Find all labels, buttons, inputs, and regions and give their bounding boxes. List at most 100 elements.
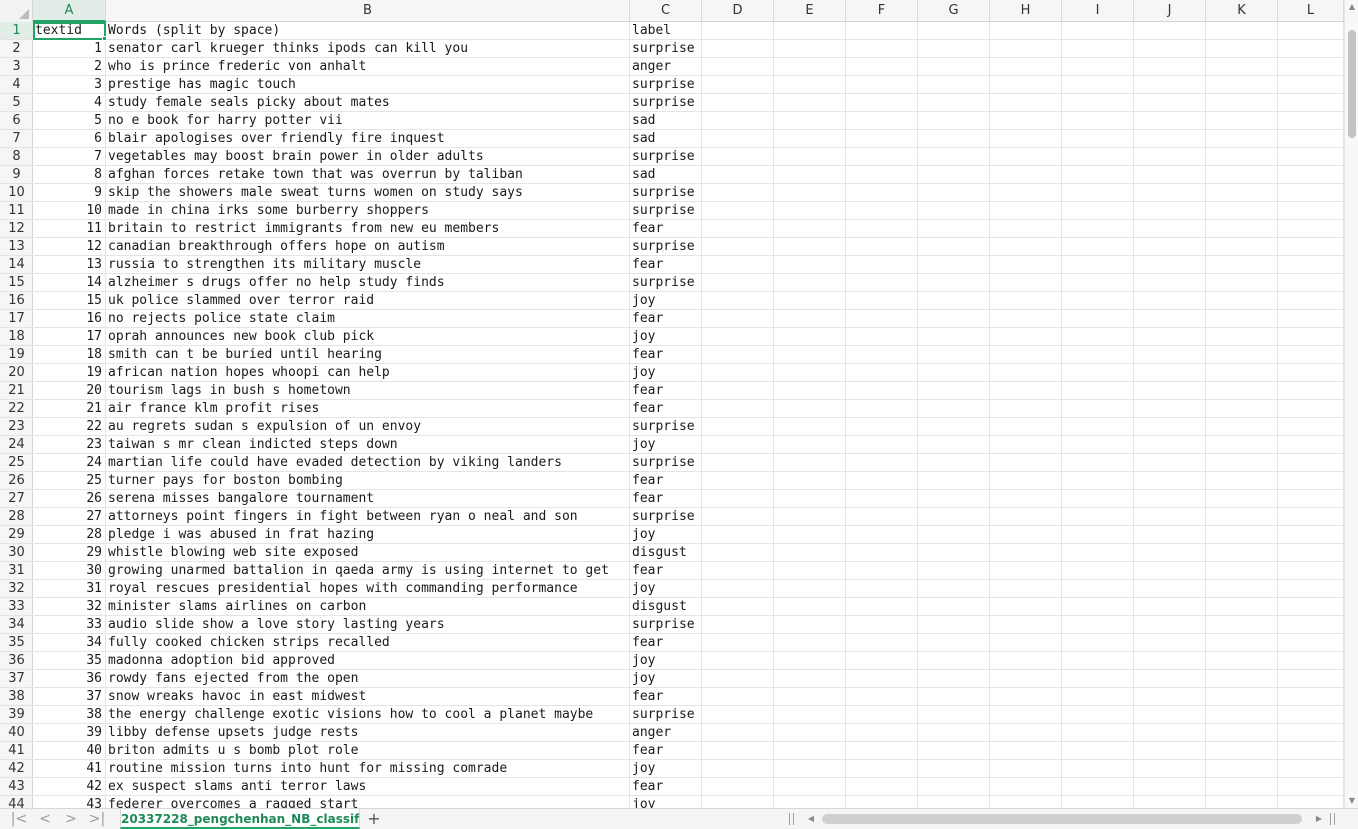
cell-label[interactable]: anger (630, 58, 702, 76)
empty-cell[interactable] (918, 184, 990, 202)
empty-cell[interactable] (1278, 40, 1344, 58)
empty-cell[interactable] (774, 652, 846, 670)
empty-cell[interactable] (702, 382, 774, 400)
empty-cell[interactable] (1134, 310, 1206, 328)
empty-cell[interactable] (1062, 418, 1134, 436)
tab-split-handle-icon[interactable] (789, 813, 794, 825)
cell-textid[interactable]: 19 (33, 364, 106, 382)
empty-cell[interactable] (1134, 184, 1206, 202)
empty-cell[interactable] (846, 184, 918, 202)
next-sheet-icon[interactable]: > (60, 809, 82, 829)
column-header-c[interactable]: C (630, 0, 702, 22)
row-header[interactable]: 41 (0, 742, 33, 760)
empty-cell[interactable] (1206, 220, 1278, 238)
empty-cell[interactable] (990, 580, 1062, 598)
cell-label[interactable]: fear (630, 742, 702, 760)
empty-cell[interactable] (918, 148, 990, 166)
empty-cell[interactable] (990, 778, 1062, 796)
cell-textid[interactable]: 20 (33, 382, 106, 400)
empty-cell[interactable] (846, 400, 918, 418)
empty-cell[interactable] (1134, 688, 1206, 706)
row-header[interactable]: 44 (0, 796, 33, 808)
sheet-tab-active[interactable]: 20337228_pengchenhan_NB_classif (120, 809, 360, 829)
empty-cell[interactable] (1062, 256, 1134, 274)
empty-cell[interactable] (918, 328, 990, 346)
empty-cell[interactable] (990, 166, 1062, 184)
row-header[interactable]: 20 (0, 364, 33, 382)
empty-cell[interactable] (774, 130, 846, 148)
cell-label[interactable]: disgust (630, 598, 702, 616)
scroll-left-icon[interactable]: ◀ (804, 809, 818, 829)
empty-cell[interactable] (702, 256, 774, 274)
empty-cell[interactable] (846, 112, 918, 130)
empty-cell[interactable] (774, 274, 846, 292)
empty-cell[interactable] (1206, 274, 1278, 292)
empty-cell[interactable] (702, 346, 774, 364)
empty-cell[interactable] (702, 22, 774, 40)
fill-handle[interactable] (102, 36, 107, 41)
column-header-h[interactable]: H (990, 0, 1062, 22)
cell-words[interactable]: senator carl krueger thinks ipods can ki… (106, 40, 630, 58)
row-header[interactable]: 4 (0, 76, 33, 94)
cell-textid[interactable]: 41 (33, 760, 106, 778)
row-header[interactable]: 32 (0, 580, 33, 598)
empty-cell[interactable] (990, 310, 1062, 328)
empty-cell[interactable] (918, 652, 990, 670)
row-header[interactable]: 25 (0, 454, 33, 472)
empty-cell[interactable] (774, 724, 846, 742)
empty-cell[interactable] (774, 40, 846, 58)
empty-cell[interactable] (918, 22, 990, 40)
empty-cell[interactable] (846, 796, 918, 808)
empty-cell[interactable] (918, 508, 990, 526)
empty-cell[interactable] (1062, 274, 1134, 292)
empty-cell[interactable] (1062, 346, 1134, 364)
cell-words[interactable]: study female seals picky about mates (106, 94, 630, 112)
row-header[interactable]: 19 (0, 346, 33, 364)
cell-words[interactable]: made in china irks some burberry shopper… (106, 202, 630, 220)
cell-textid[interactable]: 24 (33, 454, 106, 472)
cell-words[interactable]: federer overcomes a ragged start (106, 796, 630, 808)
empty-cell[interactable] (1278, 202, 1344, 220)
row-header[interactable]: 42 (0, 760, 33, 778)
cell-words[interactable]: pledge i was abused in frat hazing (106, 526, 630, 544)
empty-cell[interactable] (702, 184, 774, 202)
empty-cell[interactable] (918, 688, 990, 706)
cell-label[interactable]: sad (630, 112, 702, 130)
empty-cell[interactable] (1278, 220, 1344, 238)
empty-cell[interactable] (1278, 346, 1344, 364)
empty-cell[interactable] (990, 436, 1062, 454)
empty-cell[interactable] (1062, 706, 1134, 724)
cell-textid[interactable]: 29 (33, 544, 106, 562)
cell-words[interactable]: minister slams airlines on carbon (106, 598, 630, 616)
empty-cell[interactable] (1134, 472, 1206, 490)
empty-cell[interactable] (1278, 166, 1344, 184)
cell-words[interactable]: routine mission turns into hunt for miss… (106, 760, 630, 778)
select-all-corner[interactable] (0, 0, 33, 22)
empty-cell[interactable] (990, 796, 1062, 808)
cell-textid[interactable]: 15 (33, 292, 106, 310)
empty-cell[interactable] (702, 760, 774, 778)
column-header-e[interactable]: E (774, 0, 846, 22)
empty-cell[interactable] (846, 130, 918, 148)
empty-cell[interactable] (1206, 130, 1278, 148)
row-header[interactable]: 31 (0, 562, 33, 580)
cell-words[interactable]: serena misses bangalore tournament (106, 490, 630, 508)
column-header-k[interactable]: K (1206, 0, 1278, 22)
column-header-j[interactable]: J (1134, 0, 1206, 22)
empty-cell[interactable] (918, 130, 990, 148)
empty-cell[interactable] (1134, 238, 1206, 256)
empty-cell[interactable] (918, 58, 990, 76)
empty-cell[interactable] (1062, 454, 1134, 472)
empty-cell[interactable] (1062, 616, 1134, 634)
empty-cell[interactable] (846, 22, 918, 40)
empty-cell[interactable] (990, 634, 1062, 652)
cell-textid[interactable]: 43 (33, 796, 106, 808)
empty-cell[interactable] (1062, 526, 1134, 544)
empty-cell[interactable] (1062, 598, 1134, 616)
empty-cell[interactable] (1134, 580, 1206, 598)
empty-cell[interactable] (702, 490, 774, 508)
empty-cell[interactable] (1062, 580, 1134, 598)
row-header[interactable]: 11 (0, 202, 33, 220)
empty-cell[interactable] (918, 724, 990, 742)
empty-cell[interactable] (1062, 112, 1134, 130)
